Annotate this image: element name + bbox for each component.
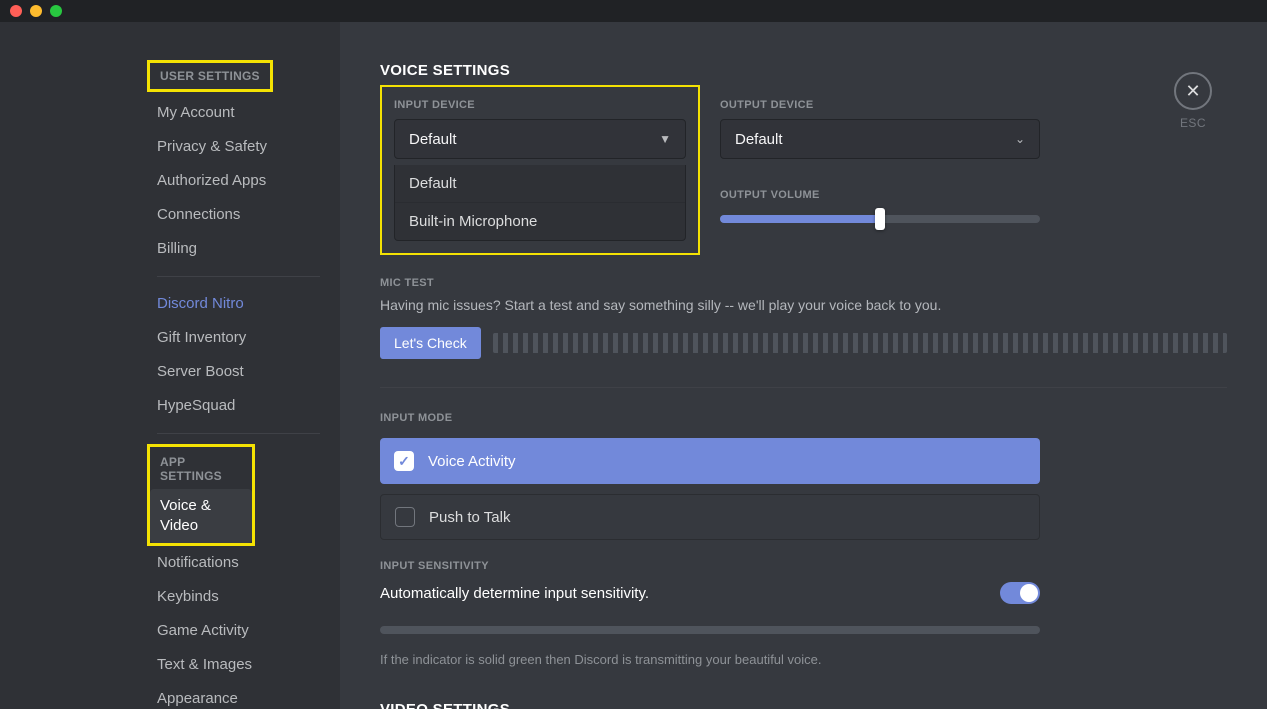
esc-label: ESC: [1174, 116, 1212, 130]
mic-test-meter: [493, 333, 1227, 353]
push-to-talk-label: Push to Talk: [429, 509, 510, 526]
checkbox-empty-icon: [395, 507, 415, 527]
sidebar-item-privacy-safety[interactable]: Privacy & Safety: [147, 130, 330, 164]
sensitivity-indicator: [380, 626, 1040, 634]
output-device-select[interactable]: Default ⌄: [720, 119, 1040, 159]
sidebar-item-game-activity[interactable]: Game Activity: [147, 614, 330, 648]
toggle-knob: [1020, 584, 1038, 602]
output-volume-fill: [720, 215, 880, 223]
sidebar-item-authorized-apps[interactable]: Authorized Apps: [147, 164, 330, 198]
settings-main: ✕ ESC VOICE SETTINGS INPUT DEVICE Defaul…: [340, 22, 1267, 709]
sidebar-item-notifications[interactable]: Notifications: [147, 546, 330, 580]
auto-sensitivity-toggle[interactable]: [1000, 582, 1040, 604]
input-mode-label: INPUT MODE: [380, 412, 1227, 424]
mic-test-description: Having mic issues? Start a test and say …: [380, 297, 1227, 313]
mic-test-label: MIC TEST: [380, 277, 1227, 289]
sidebar-separator: [157, 276, 320, 277]
sidebar-item-billing[interactable]: Billing: [147, 232, 330, 266]
input-mode-voice-activity[interactable]: ✓ Voice Activity: [380, 438, 1040, 484]
auto-sensitivity-text: Automatically determine input sensitivit…: [380, 585, 649, 602]
sidebar-separator: [157, 433, 320, 434]
mic-test-button[interactable]: Let's Check: [380, 327, 481, 359]
input-device-option-builtin-mic[interactable]: Built-in Microphone: [395, 202, 685, 240]
checkbox-checked-icon: ✓: [394, 451, 414, 471]
sidebar-item-voice-video[interactable]: Voice & Video: [150, 489, 252, 543]
sidebar-header-user-settings: USER SETTINGS: [150, 63, 270, 89]
sidebar-item-hypesquad[interactable]: HypeSquad: [147, 389, 330, 423]
traffic-light-close[interactable]: [10, 5, 22, 17]
input-device-option-default[interactable]: Default: [395, 165, 685, 202]
close-settings[interactable]: ✕ ESC: [1174, 72, 1212, 130]
sidebar-item-connections[interactable]: Connections: [147, 198, 330, 232]
window-titlebar: [0, 0, 1267, 22]
sidebar-header-app-settings: APP SETTINGS: [150, 447, 252, 489]
divider: [380, 387, 1227, 388]
output-device-label: OUTPUT DEVICE: [720, 99, 1040, 111]
output-device-selected: Default: [735, 131, 783, 148]
sidebar-item-gift-inventory[interactable]: Gift Inventory: [147, 321, 330, 355]
input-sensitivity-section: INPUT SENSITIVITY Automatically determin…: [380, 560, 1040, 667]
video-settings-title: VIDEO SETTINGS: [380, 701, 1227, 709]
sidebar-item-discord-nitro[interactable]: Discord Nitro: [147, 287, 330, 321]
sensitivity-hint: If the indicator is solid green then Dis…: [380, 652, 1040, 667]
input-device-dropdown: Default Built-in Microphone: [394, 165, 686, 241]
sidebar-item-text-images[interactable]: Text & Images: [147, 648, 330, 682]
chevron-down-icon: ▼: [659, 132, 671, 146]
output-volume-label: OUTPUT VOLUME: [720, 189, 1040, 201]
voice-settings-title: VOICE SETTINGS: [380, 62, 1227, 79]
output-volume-thumb[interactable]: [875, 208, 885, 230]
voice-activity-label: Voice Activity: [428, 453, 516, 470]
close-icon[interactable]: ✕: [1174, 72, 1212, 110]
output-volume-slider[interactable]: [720, 215, 1040, 223]
chevron-down-icon: ⌄: [1015, 132, 1025, 146]
input-device-selected: Default: [409, 131, 457, 148]
traffic-light-minimize[interactable]: [30, 5, 42, 17]
input-mode-push-to-talk[interactable]: Push to Talk: [380, 494, 1040, 540]
sidebar-item-my-account[interactable]: My Account: [147, 96, 330, 130]
settings-sidebar: USER SETTINGS My Account Privacy & Safet…: [0, 22, 340, 709]
sidebar-item-server-boost[interactable]: Server Boost: [147, 355, 330, 389]
mic-test-section: MIC TEST Having mic issues? Start a test…: [380, 277, 1227, 359]
traffic-light-zoom[interactable]: [50, 5, 62, 17]
sidebar-item-appearance[interactable]: Appearance: [147, 682, 330, 709]
input-device-label: INPUT DEVICE: [394, 99, 686, 111]
sidebar-item-keybinds[interactable]: Keybinds: [147, 580, 330, 614]
input-sensitivity-label: INPUT SENSITIVITY: [380, 560, 1040, 572]
input-device-highlight: INPUT DEVICE Default ▼ Default Built-in …: [380, 85, 700, 255]
input-mode-section: INPUT MODE ✓ Voice Activity Push to Talk: [380, 412, 1227, 540]
input-device-select[interactable]: Default ▼: [394, 119, 686, 159]
